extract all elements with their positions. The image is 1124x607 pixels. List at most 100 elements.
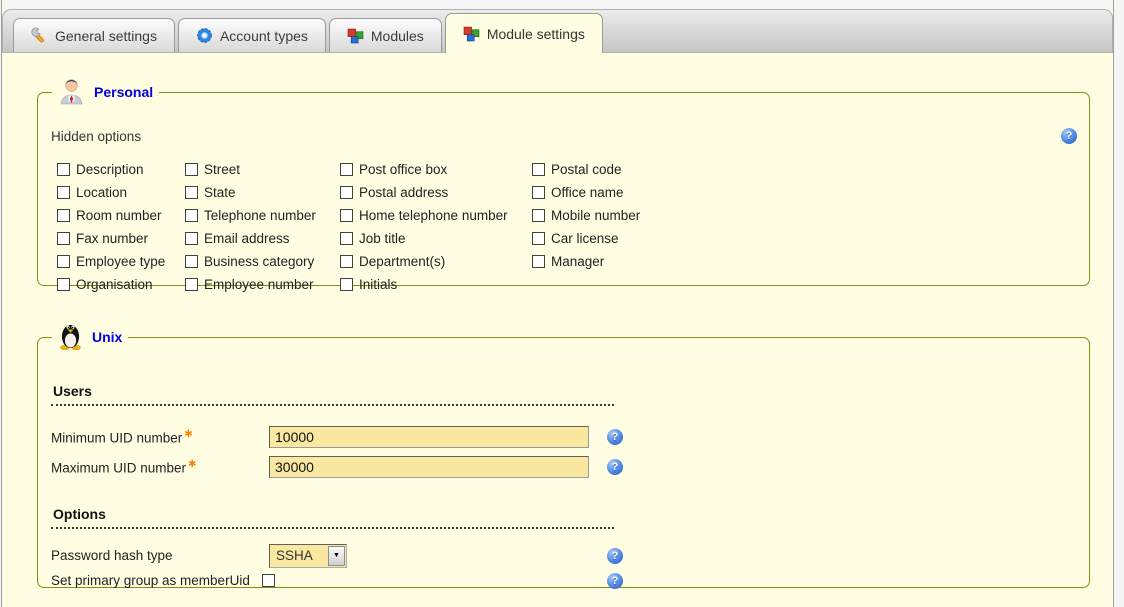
hidden-option-office-name[interactable]: Office name	[532, 185, 1077, 200]
password-hash-label: Password hash type	[51, 548, 269, 563]
help-icon-hidden-options[interactable]: ?	[1061, 128, 1077, 144]
hidden-option-employee-type[interactable]: Employee type	[57, 254, 185, 269]
checkbox[interactable]	[340, 255, 353, 268]
checkbox[interactable]	[57, 278, 70, 291]
checkbox[interactable]	[185, 232, 198, 245]
hidden-option-street[interactable]: Street	[185, 162, 340, 177]
hidden-option-room-number[interactable]: Room number	[57, 208, 185, 223]
checkbox-label: State	[204, 185, 236, 200]
hidden-option-state[interactable]: State	[185, 185, 340, 200]
checkbox-label: Room number	[76, 208, 162, 223]
hidden-option-manager[interactable]: Manager	[532, 254, 1077, 269]
checkbox-label: Post office box	[359, 162, 447, 177]
checkbox-label: Department(s)	[359, 254, 445, 269]
checkbox[interactable]	[532, 163, 545, 176]
checkbox[interactable]	[340, 209, 353, 222]
checkbox-label: Office name	[551, 185, 624, 200]
hidden-option-post-office-box[interactable]: Post office box	[340, 162, 532, 177]
wrench-icon	[31, 27, 48, 44]
tab-label: Modules	[371, 28, 424, 44]
hidden-option-email-address[interactable]: Email address	[185, 231, 340, 246]
checkbox[interactable]	[57, 209, 70, 222]
hidden-option-job-title[interactable]: Job title	[340, 231, 532, 246]
checkbox[interactable]	[532, 232, 545, 245]
hidden-options-grid: Description Street Post office box Postal c…	[57, 158, 1077, 296]
checkbox[interactable]	[532, 186, 545, 199]
checkbox[interactable]	[57, 163, 70, 176]
checkbox[interactable]	[57, 186, 70, 199]
password-hash-select[interactable]: SSHA ▼	[269, 544, 347, 568]
hidden-option-fax-number[interactable]: Fax number	[57, 231, 185, 246]
tab-label: Module settings	[487, 26, 585, 42]
checkbox-label: Mobile number	[551, 208, 640, 223]
help-icon-member-uid[interactable]: ?	[607, 573, 623, 589]
help-icon-min-uid[interactable]: ?	[607, 429, 623, 445]
window-top-strip	[2, 0, 1113, 9]
checkbox-label: Street	[204, 162, 240, 177]
checkbox[interactable]	[532, 209, 545, 222]
help-icon-password-hash[interactable]: ?	[607, 548, 623, 564]
tab-module-settings[interactable]: Module settings	[445, 13, 603, 53]
checkbox-label: Telephone number	[204, 208, 316, 223]
tab-label: General settings	[55, 28, 157, 44]
min-uid-input[interactable]	[269, 426, 589, 448]
personal-legend: Personal	[52, 76, 159, 108]
unix-legend-label: Unix	[92, 329, 122, 345]
settings-window: General settings Account types	[1, 0, 1114, 607]
max-uid-input[interactable]	[269, 456, 589, 478]
checkbox[interactable]	[185, 163, 198, 176]
hidden-option-postal-code[interactable]: Postal code	[532, 162, 1077, 177]
checkbox-label: Fax number	[76, 231, 148, 246]
hidden-option-employee-number[interactable]: Employee number	[185, 277, 340, 292]
checkbox-label: Manager	[551, 254, 604, 269]
options-section-header: Options	[51, 506, 614, 529]
checkbox[interactable]	[340, 186, 353, 199]
checkbox-label: Description	[76, 162, 144, 177]
hidden-options-label: Hidden options	[51, 129, 141, 144]
users-section-header: Users	[51, 383, 614, 406]
checkbox[interactable]	[185, 255, 198, 268]
checkbox[interactable]	[57, 255, 70, 268]
member-uid-checkbox[interactable]	[262, 574, 275, 587]
tab-account-types[interactable]: Account types	[178, 18, 326, 52]
hidden-option-location[interactable]: Location	[57, 185, 185, 200]
hidden-option-telephone-number[interactable]: Telephone number	[185, 208, 340, 223]
hidden-option-department-s-[interactable]: Department(s)	[340, 254, 532, 269]
hidden-option-description[interactable]: Description	[57, 162, 185, 177]
tab-modules[interactable]: Modules	[329, 18, 442, 52]
person-icon	[58, 76, 85, 108]
help-icon-max-uid[interactable]: ?	[607, 459, 623, 475]
checkbox[interactable]	[185, 209, 198, 222]
checkbox-label: Initials	[359, 277, 397, 292]
min-uid-label: Minimum UID number✱	[51, 429, 269, 446]
checkbox-label: Car license	[551, 231, 619, 246]
member-uid-label: Set primary group as memberUid	[51, 573, 250, 588]
dropdown-arrow-icon[interactable]: ▼	[328, 546, 345, 566]
checkbox[interactable]	[340, 278, 353, 291]
hidden-option-initials[interactable]: Initials	[340, 277, 532, 292]
checkbox-label: Location	[76, 185, 127, 200]
checkbox-label: Postal address	[359, 185, 448, 200]
hidden-option-business-category[interactable]: Business category	[185, 254, 340, 269]
hidden-option-car-license[interactable]: Car license	[532, 231, 1077, 246]
hidden-option-mobile-number[interactable]: Mobile number	[532, 208, 1077, 223]
checkbox-label: Organisation	[76, 277, 153, 292]
hidden-option-postal-address[interactable]: Postal address	[340, 185, 532, 200]
checkbox-label: Job title	[359, 231, 406, 246]
checkbox-label: Employee type	[76, 254, 165, 269]
unix-section: Unix Users Minimum UID number✱ ? Maximum…	[37, 321, 1090, 588]
checkbox[interactable]	[340, 232, 353, 245]
unix-legend: Unix	[52, 321, 128, 353]
checkbox[interactable]	[57, 232, 70, 245]
hidden-option-home-telephone-number[interactable]: Home telephone number	[340, 208, 532, 223]
tab-general-settings[interactable]: General settings	[13, 18, 175, 52]
password-hash-value: SSHA	[276, 548, 328, 563]
checkbox[interactable]	[185, 278, 198, 291]
personal-section: Personal Hidden options ? Description Str…	[37, 76, 1090, 286]
tux-penguin-icon	[58, 321, 83, 353]
checkbox-label: Email address	[204, 231, 290, 246]
checkbox[interactable]	[340, 163, 353, 176]
checkbox[interactable]	[532, 255, 545, 268]
checkbox[interactable]	[185, 186, 198, 199]
hidden-option-organisation[interactable]: Organisation	[57, 277, 185, 292]
